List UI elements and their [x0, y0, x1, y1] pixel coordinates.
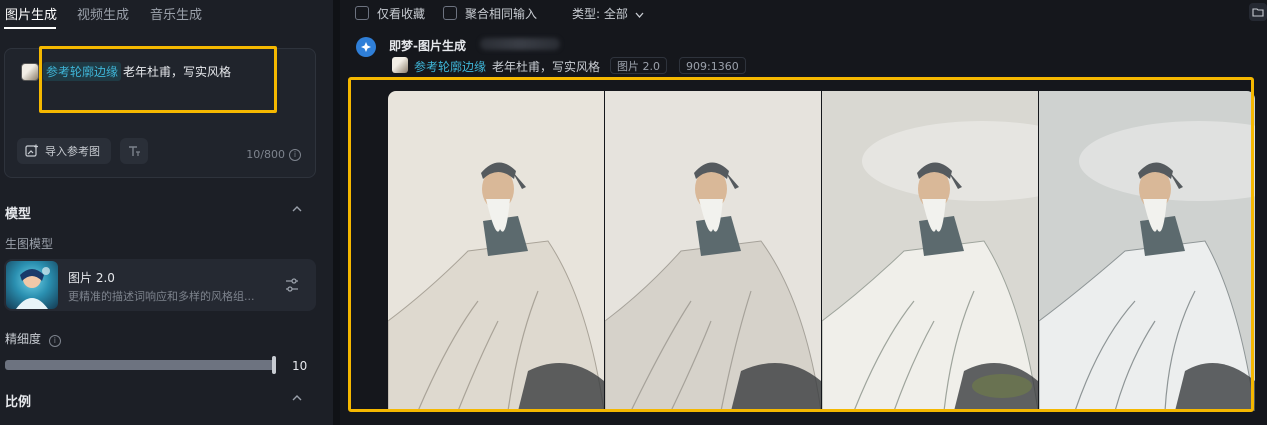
- panel-divider: [333, 0, 340, 425]
- text-format-button[interactable]: [120, 138, 148, 164]
- favorites-only-checkbox[interactable]: [355, 6, 369, 20]
- generation-title: 即梦-图片生成: [389, 39, 466, 53]
- model-settings-icon[interactable]: [284, 277, 300, 293]
- detail-slider-thumb[interactable]: [272, 356, 276, 374]
- model-chip: 图片 2.0: [610, 57, 667, 74]
- results-highlight-annotation: [348, 77, 1254, 412]
- generation-tabs: 图片生成 视频生成 音乐生成: [0, 0, 333, 29]
- reference-image-thumbnail[interactable]: [21, 63, 39, 81]
- merge-same-input-label[interactable]: 聚合相同输入: [465, 5, 537, 22]
- folder-icon: [1252, 8, 1264, 17]
- blurred-username: [480, 38, 560, 50]
- import-reference-label: 导入参考图: [45, 145, 100, 158]
- detail-label-row: 精细度 i: [5, 330, 61, 347]
- import-reference-button[interactable]: 导入参考图: [17, 138, 111, 164]
- folder-button[interactable]: [1249, 3, 1267, 21]
- jimeng-logo-icon: [356, 37, 376, 57]
- detail-slider-track[interactable]: [5, 360, 275, 370]
- tab-image-generation[interactable]: 图片生成: [5, 4, 57, 23]
- detail-label: 精细度: [5, 332, 42, 346]
- merge-same-input-checkbox[interactable]: [443, 6, 457, 20]
- favorites-only-label[interactable]: 仅看收藏: [377, 5, 425, 22]
- model-thumbnail: [6, 261, 58, 309]
- info-icon[interactable]: i: [289, 148, 301, 161]
- detail-slider-value: 10: [292, 359, 308, 373]
- char-count: 10/800 i: [246, 148, 301, 161]
- collapse-ratio-chevron-icon[interactable]: [292, 394, 302, 405]
- meta-reference-tag[interactable]: 参考轮廓边缘: [414, 58, 486, 75]
- left-panel: 图片生成 视频生成 音乐生成 参考轮廓边缘 老年杜甫，写实风格 导入参考图 10…: [0, 0, 333, 425]
- char-count-text: 10/800: [246, 148, 285, 161]
- meta-reference-thumbnail[interactable]: [392, 57, 408, 73]
- tab-video-generation[interactable]: 视频生成: [77, 4, 129, 23]
- ratio-chip: 909:1360: [679, 57, 746, 74]
- chevron-down-icon: [635, 12, 644, 18]
- model-section-title: 模型: [5, 207, 32, 222]
- model-card[interactable]: 图片 2.0 更精准的描述词响应和多样的风格组...: [4, 259, 316, 311]
- active-tab-indicator: [4, 27, 56, 29]
- type-filter-label: 类型: 全部: [572, 7, 628, 21]
- image-plus-icon: [25, 144, 38, 157]
- text-format-icon: [129, 146, 140, 156]
- filter-bar: 仅看收藏 聚合相同输入 类型: 全部: [340, 0, 1267, 26]
- detail-info-icon[interactable]: i: [48, 334, 61, 347]
- meta-prompt-text: 老年杜甫，写实风格: [492, 60, 601, 74]
- tab-music-generation[interactable]: 音乐生成: [150, 4, 202, 23]
- prompt-highlight-annotation: [39, 46, 277, 113]
- results-panel: 仅看收藏 聚合相同输入 类型: 全部 即梦-图片生成 参考轮廓边缘 老年杜甫，写…: [340, 0, 1267, 425]
- ratio-section-title: 比例: [5, 395, 32, 410]
- model-name: 图片 2.0: [68, 271, 115, 285]
- model-description: 更精准的描述词响应和多样的风格组...: [68, 290, 255, 303]
- type-filter-dropdown[interactable]: 类型: 全部: [572, 5, 644, 22]
- model-sublabel: 生图模型: [5, 237, 54, 251]
- collapse-model-chevron-icon[interactable]: [292, 205, 302, 216]
